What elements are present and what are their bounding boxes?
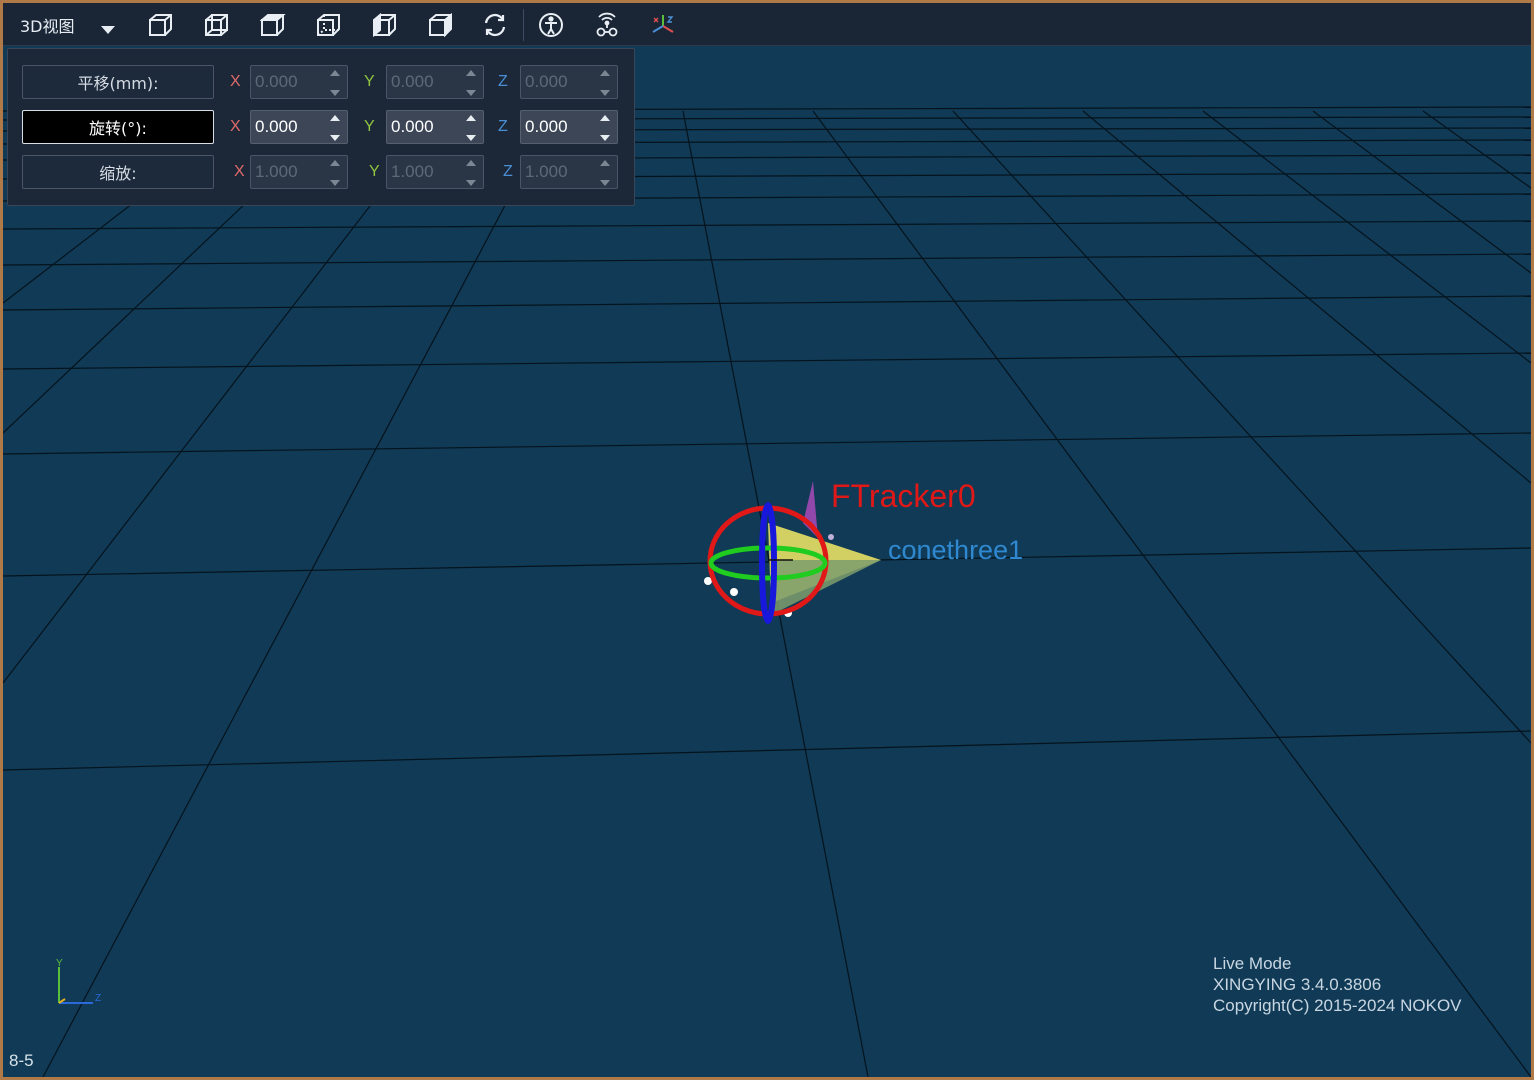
- scale-x-label: X: [234, 163, 245, 180]
- transform-panel: 平移(mm): X 0.000 Y 0.000 Z 0.000 旋转(°): X…: [7, 48, 635, 206]
- bottom-view-icon[interactable]: [313, 10, 345, 40]
- scale-y-input[interactable]: 1.000: [386, 155, 484, 189]
- spinner-arrows-icon[interactable]: [329, 115, 341, 141]
- mode-text: Live Mode: [1213, 954, 1292, 973]
- left-view-icon[interactable]: [369, 10, 401, 40]
- spinner-arrows-icon[interactable]: [599, 160, 611, 186]
- viewport-frame: FTracker0 conethree1 Y Z 3D视图 平移(mm): X …: [3, 3, 1531, 1077]
- translate-y-label: Y: [364, 73, 375, 90]
- chevron-down-icon: [101, 20, 115, 39]
- scale-button[interactable]: 缩放:: [22, 155, 214, 189]
- axis-z-label: Z: [95, 993, 101, 1004]
- back-view-icon[interactable]: [201, 10, 233, 40]
- app-info: Live Mode XINGYING 3.4.0.3806 Copyright(…: [1213, 953, 1462, 1016]
- spinner-arrows-icon[interactable]: [329, 70, 341, 96]
- scale-x-input[interactable]: 1.000: [250, 155, 348, 189]
- version-text: XINGYING 3.4.0.3806: [1213, 975, 1382, 994]
- axis-y-label: Y: [56, 958, 63, 969]
- translate-x-label: X: [230, 73, 241, 90]
- scale-y-label: Y: [369, 163, 380, 180]
- spinner-arrows-icon[interactable]: [465, 160, 477, 186]
- view-mode-dropdown[interactable]: 3D视图: [13, 11, 123, 39]
- axis-icon[interactable]: [647, 10, 679, 40]
- translate-z-input[interactable]: 0.000: [520, 65, 618, 99]
- rigid-body-label: conethree1: [888, 535, 1023, 565]
- rotate-z-input[interactable]: 0.000: [520, 110, 618, 144]
- rotate-button[interactable]: 旋转(°):: [22, 110, 214, 144]
- scale-z-input[interactable]: 1.000: [520, 155, 618, 189]
- spinner-arrows-icon[interactable]: [599, 70, 611, 96]
- reset-view-icon[interactable]: [479, 10, 511, 40]
- spinner-arrows-icon[interactable]: [599, 115, 611, 141]
- spinner-arrows-icon[interactable]: [465, 115, 477, 141]
- rotate-x-label: X: [230, 118, 241, 135]
- spinner-arrows-icon[interactable]: [465, 70, 477, 96]
- scale-row: 缩放: X 1.000 Y 1.000 Z 1.000: [8, 155, 634, 191]
- right-view-icon[interactable]: [425, 10, 457, 40]
- page-id: 8-5: [9, 1051, 34, 1070]
- spinner-arrows-icon[interactable]: [329, 160, 341, 186]
- view-mode-label: 3D视图: [20, 17, 75, 36]
- top-view-icon[interactable]: [257, 10, 289, 40]
- scale-z-label: Z: [503, 163, 513, 180]
- front-view-icon[interactable]: [145, 10, 177, 40]
- copyright-text: Copyright(C) 2015-2024 NOKOV: [1213, 996, 1462, 1015]
- translate-x-input[interactable]: 0.000: [250, 65, 348, 99]
- translate-z-label: Z: [498, 73, 508, 90]
- rotate-x-input[interactable]: 0.000: [250, 110, 348, 144]
- translate-row: 平移(mm): X 0.000 Y 0.000 Z 0.000: [8, 65, 634, 101]
- translate-y-input[interactable]: 0.000: [386, 65, 484, 99]
- toolbar: 3D视图: [3, 3, 1531, 46]
- rotate-y-label: Y: [364, 118, 375, 135]
- toolbar-separator: [523, 9, 524, 41]
- rotate-y-input[interactable]: 0.000: [386, 110, 484, 144]
- tracker-icon[interactable]: [591, 10, 623, 40]
- rotate-row: 旋转(°): X 0.000 Y 0.000 Z 0.000: [8, 110, 634, 146]
- translate-button[interactable]: 平移(mm):: [22, 65, 214, 99]
- skeleton-icon[interactable]: [535, 10, 567, 40]
- tracker-label: FTracker0: [831, 478, 976, 514]
- rotate-z-label: Z: [498, 118, 508, 135]
